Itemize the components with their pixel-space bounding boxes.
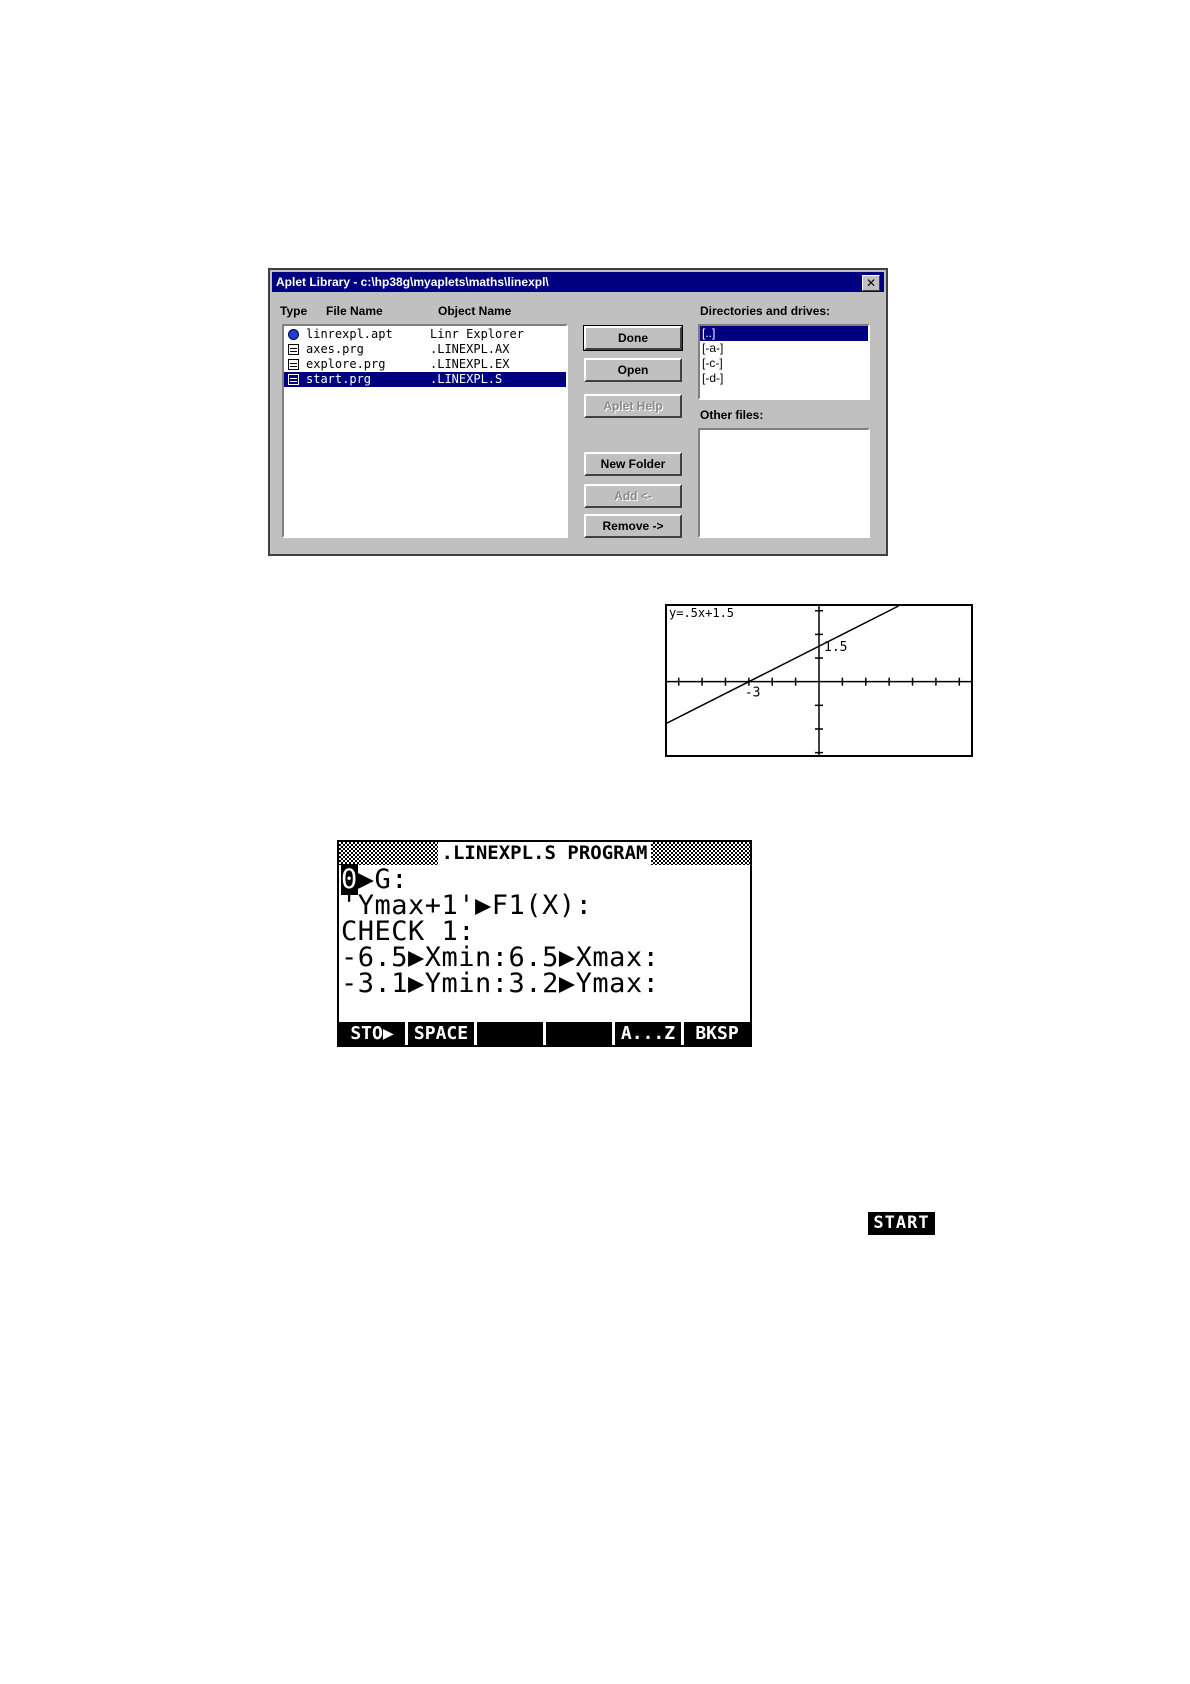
add-button[interactable]: Add <- bbox=[584, 484, 682, 508]
softkey[interactable]: STO▶ bbox=[339, 1022, 405, 1045]
done-button[interactable]: Done bbox=[583, 325, 683, 351]
directories-label: Directories and drives: bbox=[700, 304, 831, 318]
aplet-icon bbox=[288, 329, 299, 340]
new-folder-button[interactable]: New Folder bbox=[584, 452, 682, 476]
dialog-title: Aplet Library - c:\hp38g\myaplets\maths\… bbox=[276, 275, 549, 289]
softkey[interactable]: BKSP bbox=[684, 1022, 750, 1045]
column-header-file-name: File Name bbox=[326, 304, 383, 318]
directory-item[interactable]: [-d-] bbox=[700, 371, 868, 386]
program-title: .LINEXPL.S PROGRAM bbox=[437, 842, 652, 865]
file-name: linrexpl.apt bbox=[306, 327, 393, 341]
softkey[interactable]: A...Z bbox=[615, 1022, 681, 1045]
function-line bbox=[667, 606, 899, 724]
directory-item[interactable]: [-c-] bbox=[700, 356, 868, 371]
function-graph: y=.5x+1.5 1.5 -3 bbox=[665, 604, 973, 757]
object-name: .LINEXPL.EX bbox=[430, 357, 510, 371]
object-name: .LINEXPL.S bbox=[430, 372, 503, 386]
program-icon bbox=[288, 359, 299, 370]
file-name: start.prg bbox=[306, 372, 372, 386]
file-list-item[interactable]: linrexpl.apt Linr Explorer bbox=[284, 327, 566, 342]
start-softkey[interactable]: START bbox=[868, 1212, 935, 1235]
file-name: axes.prg bbox=[306, 342, 364, 356]
open-button[interactable]: Open bbox=[584, 358, 682, 382]
y-intercept-label: 1.5 bbox=[824, 640, 847, 655]
object-name: Linr Explorer bbox=[430, 327, 524, 341]
program-icon bbox=[288, 374, 299, 385]
file-name: explore.prg bbox=[306, 357, 386, 371]
file-list[interactable]: linrexpl.apt Linr Explorer axes.prg .LINEXP… bbox=[282, 324, 568, 538]
program-editor-screen: .LINEXPL.S PROGRAM 0▶G: 'Ymax+1'▶F1(X): CH… bbox=[337, 840, 752, 1047]
program-line[interactable]: -3.1▶Ymin:3.2▶Ymax: bbox=[341, 970, 750, 997]
softkey[interactable]: SPACE bbox=[408, 1022, 474, 1045]
aplet-help-button[interactable]: Aplet Help bbox=[584, 394, 682, 418]
object-name: .LINEXPL.AX bbox=[430, 342, 510, 356]
program-icon bbox=[288, 344, 299, 355]
softkey-bar: STO▶ SPACE A...Z BKSP bbox=[339, 1022, 750, 1045]
graph-canvas: y=.5x+1.5 1.5 -3 bbox=[667, 606, 971, 755]
softkey[interactable] bbox=[546, 1022, 612, 1045]
program-header: .LINEXPL.S PROGRAM bbox=[339, 842, 750, 865]
aplet-library-dialog: Aplet Library - c:\hp38g\myaplets\maths\… bbox=[268, 268, 888, 556]
column-header-type: Type bbox=[280, 304, 308, 318]
file-list-item[interactable]: explore.prg .LINEXPL.EX bbox=[284, 357, 566, 372]
x-intercept-label: -3 bbox=[745, 686, 761, 701]
directory-item[interactable]: [-a-] bbox=[700, 341, 868, 356]
column-header-object-name: Object Name bbox=[438, 304, 512, 318]
file-list-item[interactable]: start.prg .LINEXPL.S bbox=[284, 372, 566, 387]
dialog-title-bar: Aplet Library - c:\hp38g\myaplets\maths\… bbox=[272, 272, 884, 292]
softkey[interactable] bbox=[477, 1022, 543, 1045]
other-files-list[interactable] bbox=[698, 428, 870, 538]
function-label: y=.5x+1.5 bbox=[669, 606, 734, 620]
remove-button[interactable]: Remove -> bbox=[584, 514, 682, 538]
directories-list[interactable]: [..] [-a-] [-c-] [-d-] bbox=[698, 324, 870, 400]
file-list-item[interactable]: axes.prg .LINEXPL.AX bbox=[284, 342, 566, 357]
directory-item[interactable]: [..] bbox=[700, 326, 868, 341]
close-icon[interactable]: ✕ bbox=[862, 275, 880, 291]
other-files-label: Other files: bbox=[700, 408, 764, 422]
program-code[interactable]: 0▶G: 'Ymax+1'▶F1(X): CHECK 1: -6.5▶Xmin:6.5… bbox=[341, 864, 750, 997]
